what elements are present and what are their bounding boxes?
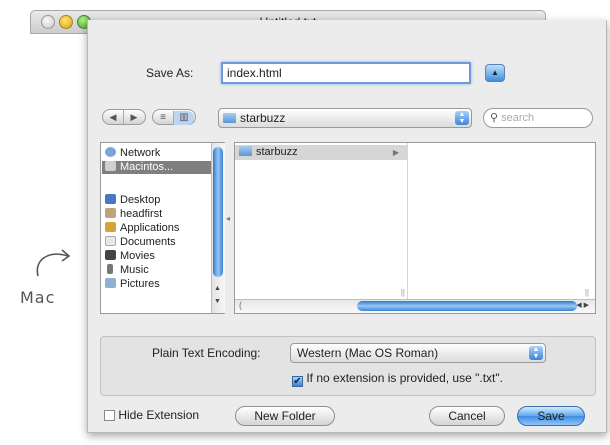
sidebar-item-desktop[interactable]: Desktop xyxy=(105,194,160,207)
home-icon xyxy=(105,208,116,218)
encoding-value: Western (Mac OS Roman) xyxy=(297,346,439,360)
format-options-panel: Plain Text Encoding: Western (Mac OS Rom… xyxy=(100,336,596,396)
sidebar-item-network[interactable]: Network xyxy=(105,147,160,160)
sidebar-item-movies[interactable]: Movies xyxy=(105,250,155,263)
column-browser: starbuzz ▶ || || ( ◀ ▶ xyxy=(234,142,596,314)
applications-icon xyxy=(105,222,116,232)
disclosure-arrow-icon: ▶ xyxy=(392,148,399,157)
sidebar-item-macintosh[interactable]: Macintos... xyxy=(102,161,213,174)
scroll-down-arrow-icon[interactable]: ▼ xyxy=(214,298,221,305)
music-icon xyxy=(107,264,113,274)
column-resize-handle[interactable]: || xyxy=(401,288,405,297)
hide-extension-checkbox[interactable] xyxy=(104,410,115,421)
scroll-up-arrow-icon[interactable]: ▲ xyxy=(214,285,221,292)
extension-checkbox[interactable]: ✔ xyxy=(292,376,303,387)
sidebar-scrollbar[interactable]: ▲ ▼ xyxy=(211,143,225,313)
scroll-left-right-arrows-icon[interactable]: ◀ ▶ xyxy=(576,301,589,309)
sidebar-item-headfirst[interactable]: headfirst xyxy=(105,208,162,221)
sidebar-item-applications[interactable]: Applications xyxy=(105,222,179,235)
sidebar-item-pictures[interactable]: Pictures xyxy=(105,278,160,291)
save-as-input[interactable]: index.html xyxy=(221,62,471,84)
save-button[interactable]: Save xyxy=(517,406,585,426)
browser-horizontal-scrollbar[interactable]: ( ◀ ▶ xyxy=(235,299,595,313)
folder-icon xyxy=(239,146,252,156)
movies-icon xyxy=(105,250,116,260)
location-popup[interactable]: starbuzz ▲ ▼ xyxy=(218,108,472,128)
list-view-icon[interactable]: ≡ xyxy=(153,111,174,125)
search-placeholder: search xyxy=(501,112,535,124)
column-resize-handle-2[interactable]: || xyxy=(585,288,589,297)
folder-icon xyxy=(223,113,236,123)
hide-extension-option[interactable]: Hide Extension xyxy=(104,408,199,422)
globe-icon xyxy=(105,147,116,157)
pictures-icon xyxy=(105,278,116,288)
sidebar-item-music[interactable]: Music xyxy=(105,264,149,277)
browser-item-starbuzz[interactable]: starbuzz ▶ xyxy=(235,145,407,160)
expand-dialog-button[interactable]: ▲ xyxy=(485,64,505,82)
new-folder-button[interactable]: New Folder xyxy=(235,406,335,426)
encoding-label: Plain Text Encoding: xyxy=(152,346,261,360)
splitter-handle[interactable]: ◂ xyxy=(226,214,230,223)
search-field[interactable]: ⚲ search xyxy=(483,108,593,128)
sidebar: Network Macintos... Desktop headfirst Ap… xyxy=(100,142,225,314)
back-arrow-icon[interactable]: ◀ xyxy=(103,110,124,124)
search-icon: ⚲ xyxy=(490,112,499,124)
desktop-icon xyxy=(105,194,116,204)
browser-column-empty: || xyxy=(407,143,591,299)
disk-icon xyxy=(105,161,116,171)
browser-scroll-thumb[interactable] xyxy=(357,301,577,311)
forward-arrow-icon[interactable]: ▶ xyxy=(124,110,144,124)
minimize-window-icon[interactable] xyxy=(59,15,73,29)
back-forward-control[interactable]: ◀ ▶ xyxy=(102,109,146,125)
save-dialog: Save As: index.html ▲ ◀ ▶ ≡ ▥ starbuzz ▲ ▼ … xyxy=(87,20,607,433)
sidebar-item-documents[interactable]: Documents xyxy=(105,236,176,249)
hide-extension-label: Hide Extension xyxy=(118,408,200,422)
cancel-button[interactable]: Cancel xyxy=(429,406,505,426)
close-window-icon[interactable] xyxy=(41,15,55,29)
save-as-label: Save As: xyxy=(146,66,194,80)
document-icon xyxy=(105,236,116,246)
scroll-left-cap-icon: ( xyxy=(239,300,242,310)
extension-option[interactable]: ✔ If no extension is provided, use ".txt… xyxy=(292,371,503,387)
chevron-updown-icon: ▲ ▼ xyxy=(455,111,469,125)
annotation-label: Mac xyxy=(20,288,56,307)
extension-checkbox-label: If no extension is provided, use ".txt". xyxy=(306,371,503,385)
annotation-arrow-icon xyxy=(36,249,71,277)
browser-column: starbuzz ▶ || xyxy=(235,143,408,299)
sidebar-scroll-thumb[interactable] xyxy=(213,147,223,277)
view-mode-control[interactable]: ≡ ▥ xyxy=(152,109,196,125)
chevron-updown-icon: ▲ ▼ xyxy=(529,346,543,360)
column-view-icon[interactable]: ▥ xyxy=(174,111,194,125)
location-label: starbuzz xyxy=(240,111,286,125)
encoding-popup[interactable]: Western (Mac OS Roman) ▲ ▼ xyxy=(290,343,546,363)
